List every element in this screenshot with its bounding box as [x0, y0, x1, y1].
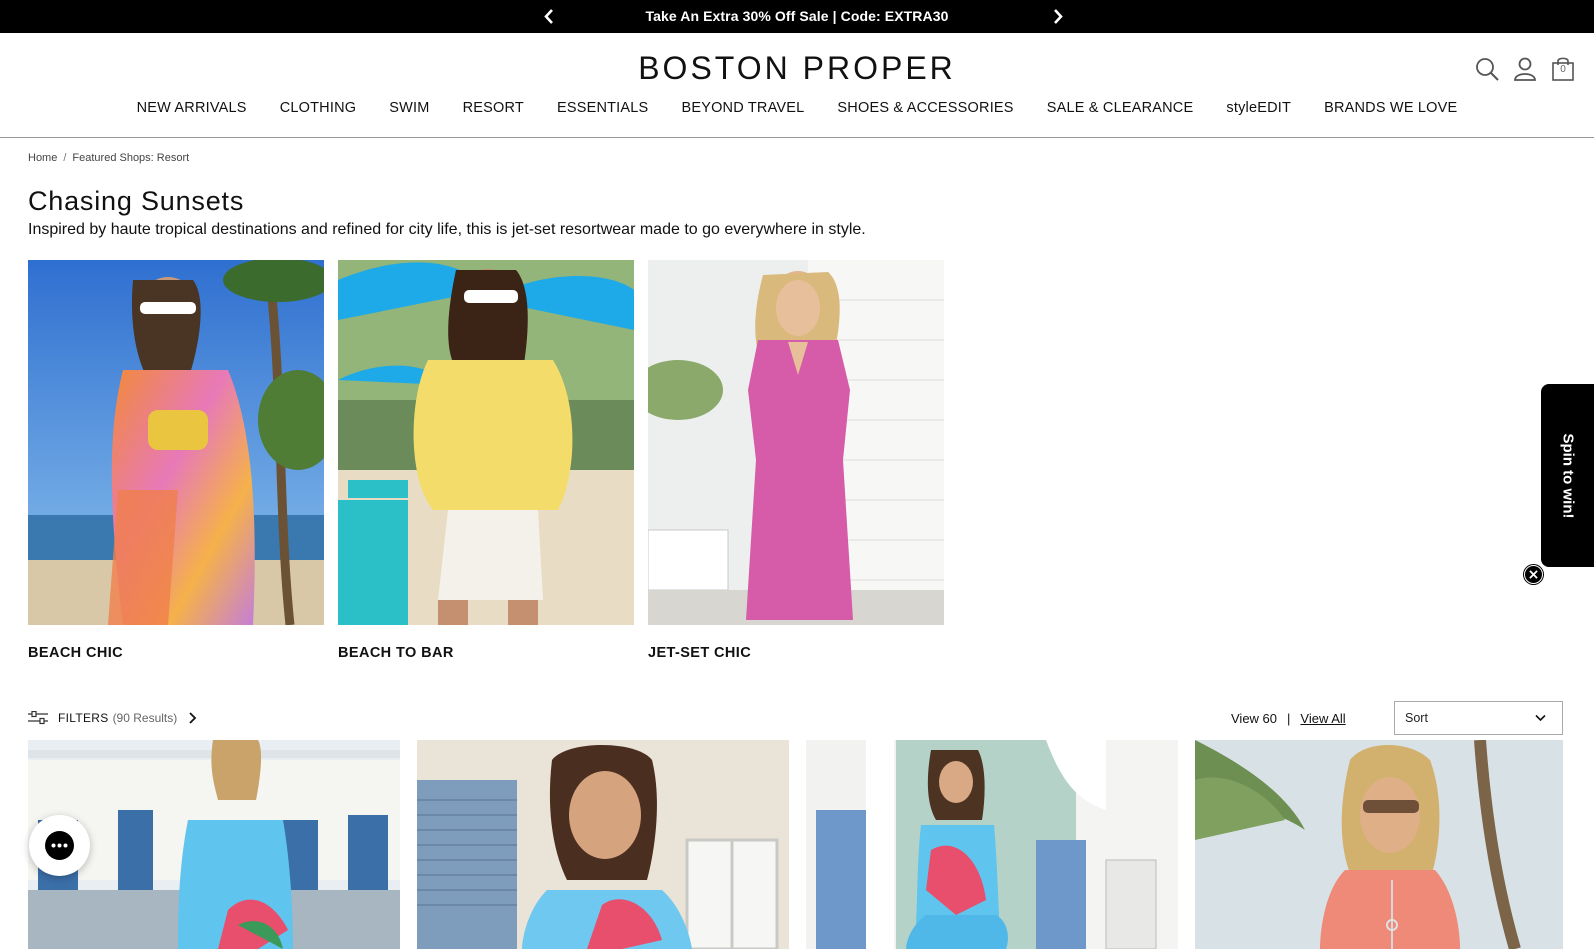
nav-item-essentials[interactable]: ESSENTIALS	[557, 100, 648, 116]
results-count: (90 Results)	[112, 711, 178, 725]
site-logo[interactable]: BOSTON PROPER	[0, 50, 1594, 87]
nav-item-clothing[interactable]: CLOTHING	[280, 100, 357, 116]
beach-to-bar-image	[338, 260, 634, 625]
main-nav: NEW ARRIVALS CLOTHING SWIM RESORT ESSENT…	[0, 100, 1594, 122]
product-image	[1195, 740, 1563, 949]
feature-label-jet-set-chic[interactable]: JET-SET CHIC	[648, 645, 751, 661]
product-card[interactable]	[1195, 740, 1563, 949]
chat-icon	[45, 831, 74, 860]
feature-label-beach-to-bar[interactable]: BEACH TO BAR	[338, 645, 454, 661]
filters-toggle[interactable]: FILTERS (90 Results)	[28, 709, 197, 727]
nav-item-shoes-accessories[interactable]: SHOES & ACCESSORIES	[837, 100, 1013, 116]
chevron-right-icon[interactable]	[1049, 8, 1066, 25]
chevron-right-icon	[189, 712, 197, 724]
nav-item-brands-we-love[interactable]: BRANDS WE LOVE	[1324, 100, 1457, 116]
nav-item-resort[interactable]: RESORT	[463, 100, 524, 116]
account-icon[interactable]	[1512, 56, 1538, 82]
breadcrumb-separator: /	[63, 152, 67, 164]
jet-set-chic-image	[648, 260, 944, 625]
promo-text[interactable]: Take An Extra 30% Off Sale | Code: EXTRA…	[0, 0, 1594, 33]
filters-label: FILTERS	[58, 711, 109, 725]
breadcrumb: Home / Featured Shops: Resort	[28, 152, 189, 164]
nav-item-swim[interactable]: SWIM	[389, 100, 429, 116]
nav-item-beyond-travel[interactable]: BEYOND TRAVEL	[681, 100, 804, 116]
nav-item-new-arrivals[interactable]: NEW ARRIVALS	[137, 100, 247, 116]
beach-chic-image	[28, 260, 324, 625]
feature-tile-jet-set-chic[interactable]	[648, 260, 944, 625]
product-image	[806, 740, 1178, 949]
page-description: Inspired by haute tropical destinations …	[28, 221, 866, 238]
header-icons: 0	[1474, 56, 1574, 82]
breadcrumb-home[interactable]: Home	[28, 152, 57, 164]
feature-tile-beach-chic[interactable]	[28, 260, 324, 625]
view-divider: |	[1287, 711, 1291, 726]
shopping-bag-icon[interactable]: 0	[1550, 56, 1576, 82]
bag-count: 0	[1560, 64, 1566, 75]
view-all-link[interactable]: View All	[1300, 711, 1345, 726]
view-controls: View 60 | View All	[1231, 711, 1346, 726]
sort-select[interactable]: Sort	[1394, 701, 1563, 735]
spin-to-win-tab[interactable]: Spin to win!	[1541, 384, 1594, 567]
search-icon[interactable]	[1474, 56, 1500, 82]
chat-button[interactable]	[29, 815, 90, 876]
feature-tile-beach-to-bar[interactable]	[338, 260, 634, 625]
header-divider	[0, 137, 1594, 138]
nav-item-styleedit[interactable]: styleEDIT	[1226, 100, 1291, 116]
product-card[interactable]	[806, 740, 1178, 949]
view-60-link[interactable]: View 60	[1231, 711, 1277, 726]
product-card[interactable]	[417, 740, 789, 949]
product-image	[417, 740, 789, 949]
promo-bar: Take An Extra 30% Off Sale | Code: EXTRA…	[0, 0, 1594, 33]
nav-item-sale-clearance[interactable]: SALE & CLEARANCE	[1047, 100, 1194, 116]
chevron-down-icon	[1535, 714, 1546, 722]
page-title: Chasing Sunsets	[28, 186, 245, 216]
spin-to-win-label: Spin to win!	[1559, 433, 1576, 518]
feature-label-beach-chic[interactable]: BEACH CHIC	[28, 645, 123, 661]
breadcrumb-current: Featured Shops: Resort	[72, 152, 190, 164]
sort-label: Sort	[1405, 711, 1428, 725]
close-icon[interactable]	[1524, 565, 1543, 584]
filter-sliders-icon	[28, 711, 48, 725]
